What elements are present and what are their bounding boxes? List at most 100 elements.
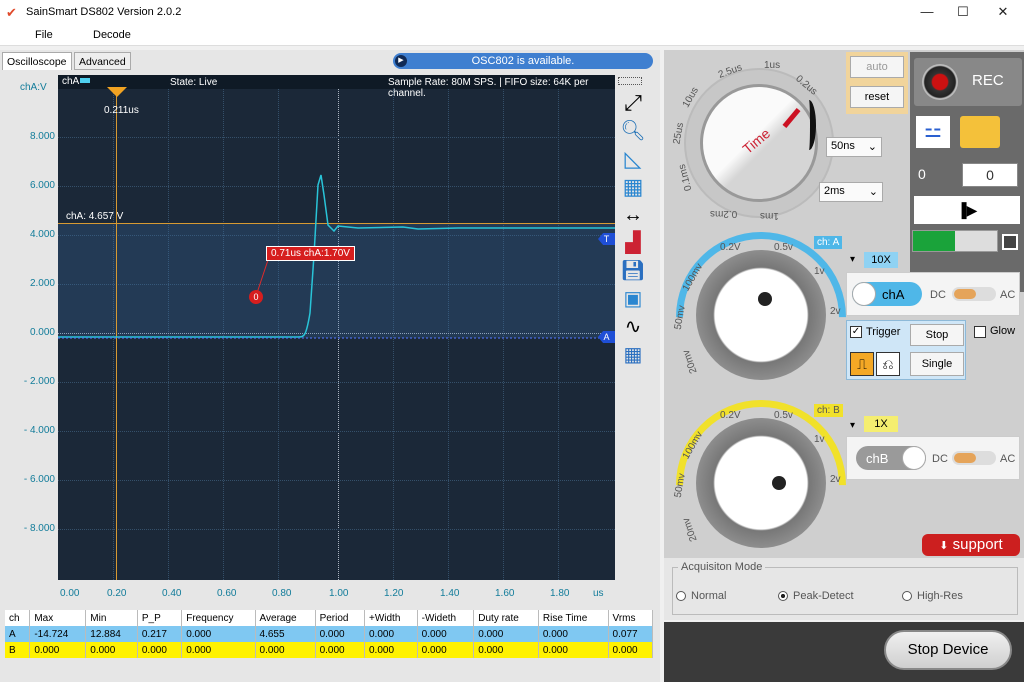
- chb-dc-label: DC: [932, 453, 948, 465]
- single-button[interactable]: Single: [910, 352, 964, 376]
- folder-icon[interactable]: [960, 116, 1000, 148]
- cha-tick: 2v: [830, 306, 841, 317]
- x-tick: 0.60: [217, 588, 237, 599]
- table-icon[interactable]: ▦: [618, 343, 648, 369]
- chb-probe-factor[interactable]: 1X: [864, 416, 898, 432]
- app-icon: ✔: [6, 5, 17, 20]
- x-tick: 1.80: [550, 588, 570, 599]
- x-tick: 0.20: [107, 588, 127, 599]
- zoom-icon[interactable]: 🔍︎: [618, 119, 648, 145]
- time-knob[interactable]: Time: [700, 84, 818, 202]
- ruler-icon[interactable]: ◺: [618, 147, 648, 173]
- table-cell: 0.000: [315, 626, 365, 642]
- cha-tick: 0.2V: [720, 242, 741, 253]
- marker-dot[interactable]: 0: [249, 290, 263, 304]
- count-left: 0: [918, 166, 926, 182]
- table-header: Period: [315, 610, 365, 626]
- reset-button[interactable]: reset: [850, 86, 904, 108]
- window-title: SainSmart DS802 Version 2.0.2: [26, 6, 182, 18]
- table-header-row: ch Max Min P_P Frequency Average Period …: [5, 610, 654, 626]
- stop-device-button[interactable]: Stop Device: [884, 630, 1012, 670]
- timebase-select[interactable]: 50ns ⌄: [826, 137, 882, 157]
- status-fill: [913, 231, 955, 251]
- radio-peak-detect[interactable]: [778, 591, 788, 601]
- chb-toggle-button[interactable]: chB: [856, 446, 926, 470]
- measure-width-icon[interactable]: ↔: [618, 203, 648, 229]
- marker-label: 0.71us chA:1.70V: [266, 246, 355, 261]
- fit-screen-icon[interactable]: ⤢: [618, 91, 648, 117]
- count-stepper[interactable]: 0: [962, 163, 1018, 187]
- table-header: Average: [255, 610, 316, 626]
- cha-toggle-button[interactable]: chA: [852, 282, 922, 306]
- cha-coupling-switch[interactable]: [952, 287, 996, 301]
- table-cell: 0.000: [255, 642, 316, 658]
- save-icon[interactable]: 💾︎: [618, 259, 648, 285]
- rising-edge-icon[interactable]: ⎍: [850, 352, 874, 376]
- control-panel: Time 1us 2.5us 10us 25us 0.1ms 0.2ms 1ms…: [640, 50, 1024, 606]
- cha-knob-indicator: [758, 292, 772, 306]
- window-select[interactable]: 2ms ⌄: [819, 182, 883, 202]
- tab-oscilloscope[interactable]: Oscilloscope: [2, 52, 72, 70]
- table-cell: 4.655: [255, 626, 316, 642]
- chevron-down-icon[interactable]: ▾: [850, 420, 855, 431]
- cha-tick: 0.5v: [774, 242, 793, 253]
- waveform-trace: [58, 174, 615, 339]
- cha-toggle-knob: [852, 282, 876, 306]
- chevron-down-icon[interactable]: ▾: [850, 254, 855, 265]
- table-cell: 0.000: [315, 642, 365, 658]
- table-row[interactable]: B 0.000 0.000 0.000 0.000 0.000 0.000 0.…: [5, 642, 654, 658]
- grid-cursor-icon[interactable]: ▦: [618, 175, 648, 201]
- radio-normal[interactable]: [676, 591, 686, 601]
- table-cell: 0.000: [137, 642, 183, 658]
- x-tick: 1.60: [495, 588, 515, 599]
- waveform-icon[interactable]: ∿: [618, 315, 648, 341]
- mixer-icon[interactable]: ⚍: [916, 116, 950, 148]
- menu-bar: File Decode: [0, 24, 1024, 46]
- oscilloscope-pane: Oscilloscope Advanced ▶ OSC802 is availa…: [0, 50, 660, 682]
- menu-decode[interactable]: Decode: [93, 29, 131, 41]
- chb-volts-knob[interactable]: [696, 418, 826, 548]
- support-button[interactable]: ⬇ support: [922, 534, 1020, 556]
- trigger-checkbox[interactable]: ✓: [850, 326, 862, 338]
- chb-tick: 0.5v: [774, 410, 793, 421]
- support-arrow-icon: ⬇: [939, 540, 949, 552]
- x-tick: 1.40: [440, 588, 460, 599]
- play-step-button[interactable]: ▐▶: [914, 196, 1020, 224]
- y-tick: 0.000: [29, 327, 55, 338]
- x-tick: 1.00: [329, 588, 349, 599]
- table-header: +Width: [364, 610, 418, 626]
- y-tick: 6.000: [29, 180, 55, 191]
- tab-advanced[interactable]: Advanced: [74, 52, 131, 70]
- count-stepper-value: 0: [986, 167, 994, 183]
- radio-high-res[interactable]: [902, 591, 912, 601]
- stop-button[interactable]: Stop: [910, 324, 964, 346]
- minimize-button[interactable]: —: [910, 0, 944, 24]
- menu-file[interactable]: File: [35, 29, 53, 41]
- y-tick: - 8.000: [23, 523, 55, 534]
- waveform-display[interactable]: chA State: Live Sample Rate: 80M SPS. | …: [58, 75, 615, 580]
- maximize-button[interactable]: ☐: [946, 0, 980, 24]
- fullscreen-icon[interactable]: [1002, 234, 1018, 250]
- window-value: 2ms: [824, 185, 845, 197]
- table-header: Vrms: [608, 610, 654, 626]
- select-region-icon[interactable]: [618, 77, 642, 85]
- falling-edge-icon[interactable]: ⎌: [876, 352, 900, 376]
- auto-button[interactable]: auto: [850, 56, 904, 78]
- y-tick: 2.000: [29, 278, 55, 289]
- table-row[interactable]: A -14.724 12.884 0.217 0.000 4.655 0.000…: [5, 626, 654, 642]
- record-button[interactable]: REC: [914, 58, 1022, 106]
- record-icon: [922, 64, 958, 100]
- cha-probe-factor[interactable]: 10X: [864, 252, 898, 268]
- table-header: Min: [85, 610, 138, 626]
- close-button[interactable]: ✕: [986, 0, 1020, 24]
- image-icon[interactable]: ▣: [618, 287, 648, 313]
- stop-device-label: Stop Device: [907, 641, 989, 658]
- cha-volts-knob[interactable]: [696, 250, 826, 380]
- table-cell: 0.000: [608, 642, 654, 658]
- spectrum-icon[interactable]: ▟: [618, 231, 648, 257]
- chb-coupling-switch[interactable]: [952, 451, 996, 465]
- glow-checkbox[interactable]: [974, 326, 986, 338]
- table-header: Rise Time: [538, 610, 609, 626]
- table-cell: A: [5, 626, 31, 642]
- table-header: Duty rate: [473, 610, 539, 626]
